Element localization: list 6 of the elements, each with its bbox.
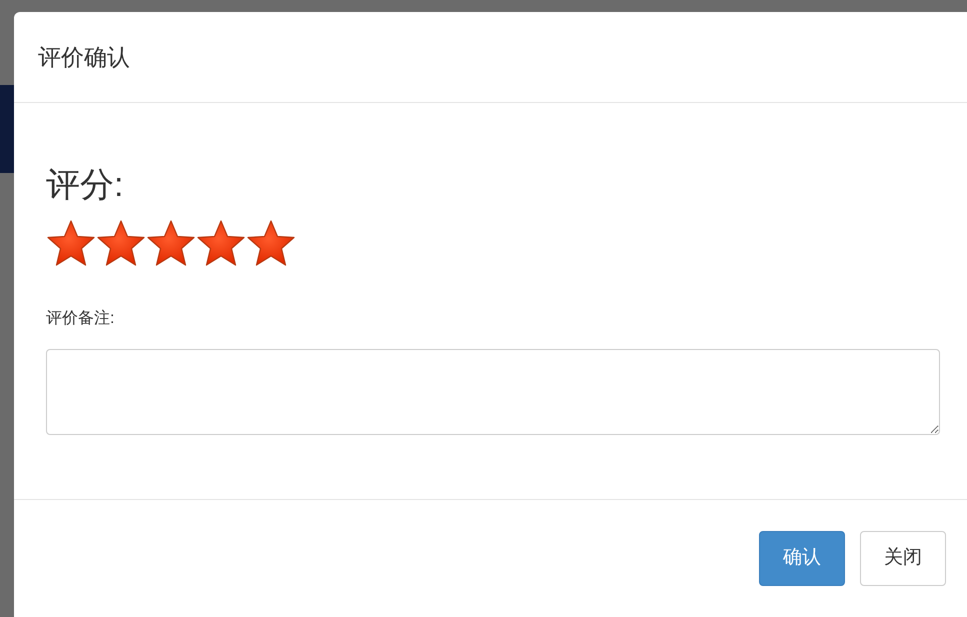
- confirm-button[interactable]: 确认: [759, 531, 845, 586]
- remark-label: 评价备注:: [46, 308, 114, 329]
- dialog-title: 评价确认: [38, 42, 130, 72]
- rating-label: 评分:: [46, 165, 124, 205]
- remark-field[interactable]: [46, 349, 940, 435]
- close-button[interactable]: 关闭: [860, 531, 946, 586]
